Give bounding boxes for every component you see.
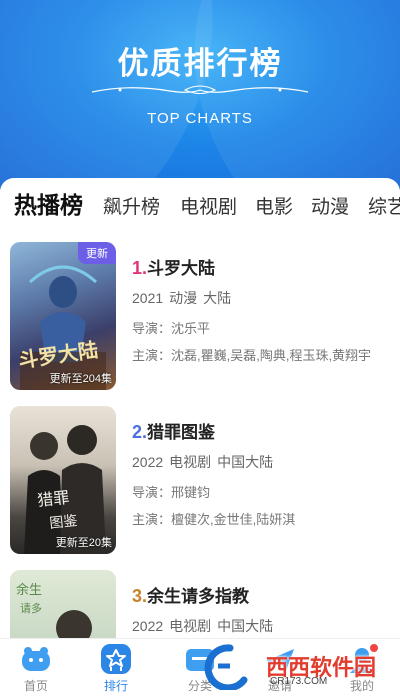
poster-image[interactable]: 斗罗大陆 更新 更新至204集 (10, 242, 116, 390)
hero-banner: 优质排行榜 TOP CHARTS (0, 0, 400, 190)
nav-home[interactable]: 首页 (6, 643, 66, 694)
ranking-tabs: 热播榜 飙升榜 电视剧 电影 动漫 综艺 (0, 190, 400, 226)
item-title-row[interactable]: 1.斗罗大陆 (132, 254, 390, 280)
tab-variety[interactable]: 综艺 (368, 194, 400, 222)
item-region: 大陆 (203, 290, 232, 306)
svg-text:图鉴: 图鉴 (49, 513, 79, 532)
ornament-divider-icon (91, 85, 309, 94)
watermark-domain: CR173.COM (270, 676, 328, 687)
item-director: 导演：沈乐平 (132, 321, 211, 336)
item-cast: 主演：檀健次,金世佳,陆妍淇 (132, 512, 296, 527)
poster-image[interactable]: 猎罪 图鉴 更新至20集 (10, 406, 116, 554)
item-genre: 电视剧 (169, 618, 212, 634)
list-item[interactable]: 余生 请多 3.余生请多指教 2022 电视剧 中国大陆 (10, 570, 390, 638)
item-cast: 主演：沈磊,瞿巍,吴磊,陶典,程玉珠,黄翔宇 (132, 348, 372, 363)
tab-movies[interactable]: 电影 (255, 194, 293, 222)
item-info: 3.余生请多指教 2022 电视剧 中国大陆 (132, 582, 390, 636)
item-year: 2021 (132, 290, 164, 306)
tab-rising[interactable]: 飙升榜 (103, 194, 160, 222)
tab-tv-series[interactable]: 电视剧 (180, 194, 237, 222)
item-title: 余生请多指教 (147, 587, 250, 606)
ranking-sheet: 热播榜 飙升榜 电视剧 电影 动漫 综艺 斗罗大陆 更新 更新至204集 1.斗… (0, 178, 400, 638)
svg-text:余生: 余生 (16, 582, 42, 598)
poster-image[interactable]: 余生 请多 (10, 570, 116, 638)
home-icon (22, 647, 50, 671)
update-badge: 更新 (78, 242, 116, 264)
svg-text:请多: 请多 (20, 601, 42, 615)
item-genre: 动漫 (169, 290, 198, 306)
watermark: 西西软件园 CR173.COM (200, 640, 400, 692)
item-meta: 2022 电视剧 中国大陆 (132, 616, 390, 636)
ranking-icon (101, 644, 131, 674)
item-director: 导演：邢键钧 (132, 485, 211, 500)
hero-title: 优质排行榜 (117, 46, 283, 81)
item-region: 中国大陆 (217, 618, 274, 634)
item-title-row[interactable]: 2.猎罪图鉴 (132, 418, 390, 444)
item-year: 2022 (132, 618, 164, 634)
item-title: 猎罪图鉴 (147, 423, 216, 442)
nav-ranking[interactable]: 排行 (86, 643, 146, 694)
hero-subtitle: TOP CHARTS (147, 110, 253, 127)
list-item[interactable]: 猎罪 图鉴 更新至20集 2.猎罪图鉴 2022 电视剧 中国大陆 导演：邢键钧 主… (10, 406, 390, 554)
item-info: 2.猎罪图鉴 2022 电视剧 中国大陆 导演：邢键钧 主演：檀健次,金世佳,陆妍淇 (132, 418, 390, 528)
episode-count: 更新至20集 (55, 537, 112, 549)
nav-label: 排行 (103, 679, 128, 693)
actors-figure-icon: 猎罪 图鉴 (24, 425, 106, 554)
item-title-row[interactable]: 3.余生请多指教 (132, 582, 390, 608)
rank-number: 2. (132, 422, 148, 442)
item-region: 中国大陆 (217, 454, 274, 470)
rank-number: 3. (132, 586, 148, 606)
item-meta: 2021 动漫 大陆 (132, 288, 390, 308)
item-title: 斗罗大陆 (147, 259, 216, 278)
episode-count: 更新至204集 (49, 373, 112, 385)
item-meta: 2022 电视剧 中国大陆 (132, 452, 390, 472)
tab-hot[interactable]: 热播榜 (14, 191, 83, 219)
nav-label: 首页 (23, 679, 48, 693)
watermark-logo-icon (204, 644, 248, 690)
poster-art-icon: 余生 请多 (16, 582, 92, 638)
rank-number: 1. (132, 258, 148, 278)
svg-text:猎罪: 猎罪 (36, 488, 70, 510)
item-genre: 电视剧 (169, 454, 212, 470)
list-item[interactable]: 斗罗大陆 更新 更新至204集 1.斗罗大陆 2021 动漫 大陆 导演：沈乐平 主… (10, 242, 390, 390)
tab-anime[interactable]: 动漫 (311, 194, 349, 222)
item-year: 2022 (132, 454, 164, 470)
item-info: 1.斗罗大陆 2021 动漫 大陆 导演：沈乐平 主演：沈磊,瞿巍,吴磊,陶典,程玉… (132, 254, 390, 364)
